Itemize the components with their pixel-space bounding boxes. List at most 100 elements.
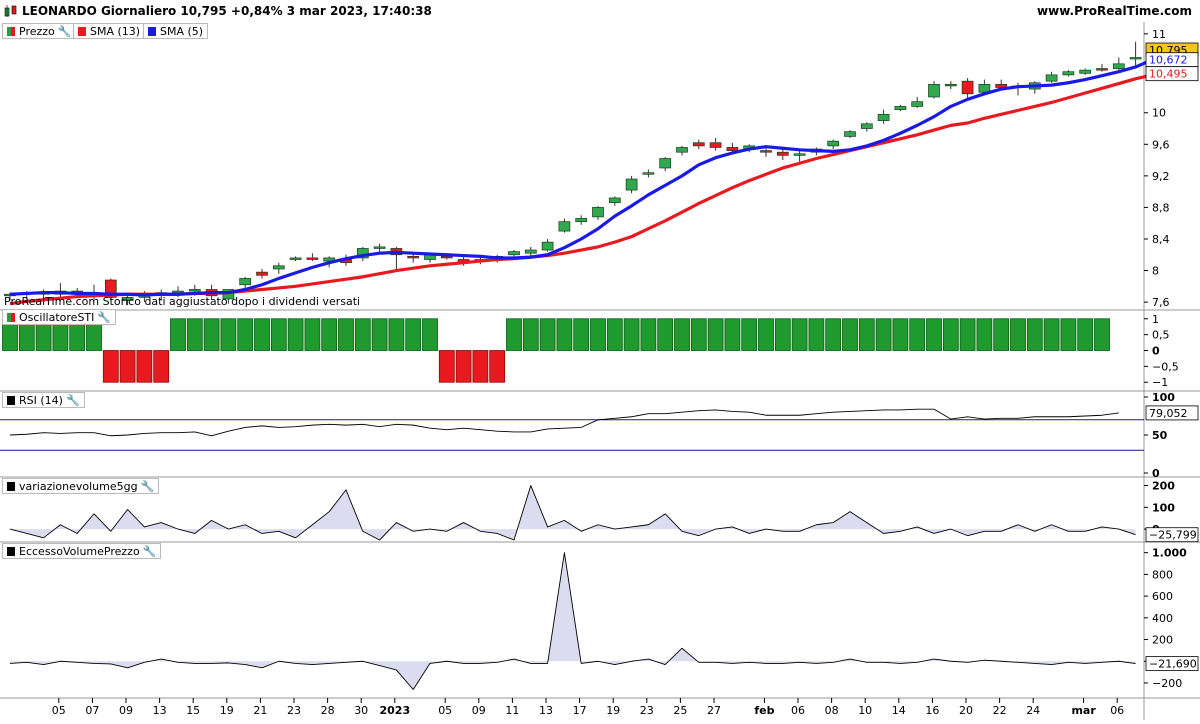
legend-price[interactable]: Prezzo 🔧 [2,23,77,39]
osc-bar [741,318,758,351]
candlestick-icon [4,5,17,17]
osc-bar [270,318,287,351]
candle [1112,63,1125,69]
osc-bar [825,318,842,351]
osc-bar [472,350,489,383]
color-swatch [78,26,86,36]
x-tick-label: 22 [993,704,1007,717]
x-tick-label: 27 [707,704,721,717]
x-tick-label: 2023 [379,704,410,717]
legend-volume[interactable]: variazionevolume5gg 🔧 [2,478,160,494]
candle [407,255,420,259]
candle [978,83,991,93]
wrench-icon[interactable]: 🔧 [66,394,80,407]
x-tick-label: 09 [472,704,486,717]
osc-bar [926,318,942,351]
wrench-icon[interactable]: 🔧 [143,545,157,558]
osc-bar [758,318,774,351]
candle [575,218,588,222]
osc-bar [875,318,892,351]
price-y-tick-label: 11 [1152,28,1166,41]
color-swatch [7,546,15,556]
candle [659,158,672,169]
candle [373,246,386,249]
osc-y-tick-label: 0 [1152,345,1160,358]
osc-bar [388,318,405,351]
candle [1062,71,1075,76]
candle [1129,57,1142,60]
candle [272,265,285,270]
candle [844,131,856,137]
x-tick-label: 07 [85,704,99,717]
osc-bar [354,318,371,351]
legend-evp[interactable]: EccessoVolumePrezzo 🔧 [2,543,162,559]
osc-bar [791,318,808,351]
osc-bar [657,318,674,351]
color-swatch [7,312,15,322]
osc-bar [170,318,186,351]
x-tick-label: 06 [1110,704,1124,717]
osc-bar [119,350,136,383]
osc-bar [909,318,926,351]
candle [256,271,268,276]
legend-sma5[interactable]: SMA (5) [143,23,209,39]
chart-title: LEONARDO Giornaliero 10,795 +0,84% 3 mar… [22,4,432,18]
x-tick-label: 15 [186,704,200,717]
osc-bar [1026,318,1043,351]
candle [1045,74,1058,82]
x-tick-label: 14 [892,704,906,717]
x-tick-label: 11 [505,704,519,717]
sma13-value-label-text: 10,495 [1149,68,1188,81]
candle [524,249,537,254]
candle [1079,69,1092,74]
legend-rsi-label: RSI (14) [19,393,63,407]
price-y-tick-label: 7,6 [1152,296,1170,309]
osc-bar [539,318,556,351]
candle [877,113,890,121]
rsi-value-label-text: 79,052 [1149,407,1188,420]
price-y-tick-label: 8 [1152,265,1159,278]
candle [709,142,722,148]
osc-bar [489,350,506,383]
legend-sma13[interactable]: SMA (13) [73,23,146,39]
chart-canvas[interactable]: 11109,69,28,88,487,610,79510,67210,49510… [0,22,1200,720]
osc-bar [254,318,270,351]
wrench-icon[interactable]: 🔧 [58,25,72,38]
candle [692,142,705,147]
x-tick-label: 13 [539,704,553,717]
x-tick-label: 08 [825,704,839,717]
candle [541,241,554,251]
legend-oscillator[interactable]: OscillatoreSTI 🔧 [2,309,117,325]
candle [642,172,655,175]
legend-rsi[interactable]: RSI (14) 🔧 [2,392,85,408]
osc-bar [304,318,321,351]
osc-bar [976,318,993,351]
osc-bar [220,318,237,351]
osc-bar [405,318,422,351]
osc-bar [690,318,707,351]
osc-bar [1043,318,1060,351]
legend-volume-label: variazionevolume5gg [19,479,138,493]
x-tick-label: 09 [119,704,133,717]
wrench-icon[interactable]: 🔧 [97,311,111,324]
candle [928,83,940,98]
chart-area[interactable]: 11 10 9,6 9,2 8,8 8,4 8 7,6 10,795 10,672 10,495 1 0… [0,22,1200,724]
osc-bar [640,318,657,351]
osc-bar [842,318,858,351]
wrench-icon[interactable]: 🔧 [141,480,155,493]
osc-bar [1077,318,1094,351]
osc-bar [338,318,354,351]
candle [188,289,201,292]
x-tick-label: 10 [858,704,872,717]
candlestick-icon [7,26,15,36]
evp-y-tick-label: 600 [1152,590,1173,603]
evp-value-label: −21,690 [1145,656,1199,672]
price-y-tick-label: 9,6 [1152,138,1170,151]
osc-bar [707,318,724,351]
candle [894,106,907,110]
osc-y-tick-label: −1 [1152,376,1168,389]
x-tick-label: feb [754,704,774,717]
rsi-y-tick-label: 50 [1152,429,1168,442]
brand-link[interactable]: www.ProRealTime.com [1037,4,1192,18]
osc-bar [102,350,119,383]
